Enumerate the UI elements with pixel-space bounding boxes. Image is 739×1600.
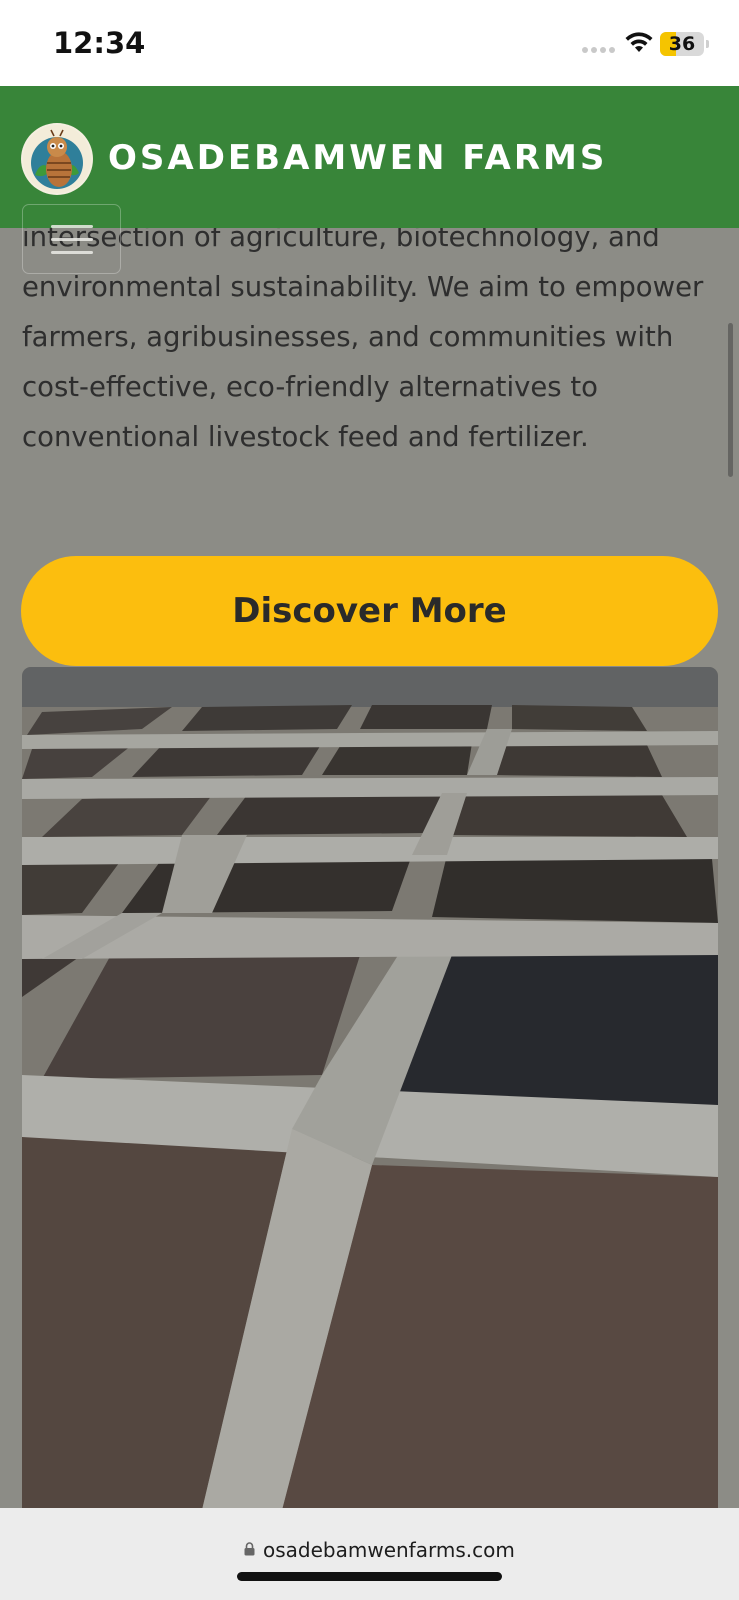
breeding-trays-illustration	[22, 667, 718, 1510]
status-time: 12:34	[53, 26, 146, 60]
battery-level: 36	[668, 33, 696, 55]
url-text[interactable]: osadebamwenfarms.com	[263, 1538, 515, 1562]
home-indicator[interactable]	[237, 1572, 502, 1581]
larva-logo-icon[interactable]	[21, 123, 93, 195]
about-paragraph: intersection of agriculture, biotechnolo…	[22, 221, 704, 453]
browser-address-bar[interactable]: osadebamwenfarms.com	[0, 1508, 739, 1600]
page-scrollbar[interactable]	[728, 323, 733, 477]
status-bar: 12:34 36	[0, 0, 739, 86]
lock-icon	[244, 1542, 255, 1556]
hamburger-menu-bar	[51, 251, 93, 254]
battery-icon: 36	[660, 32, 709, 56]
breeding-trays-photo	[22, 667, 718, 1510]
hamburger-menu-button[interactable]	[22, 204, 121, 274]
hamburger-menu-icon	[51, 225, 93, 228]
hamburger-menu-bar	[51, 238, 93, 241]
wifi-icon	[625, 32, 653, 52]
discover-more-button[interactable]: Discover More	[21, 556, 718, 666]
site-title[interactable]: OSADEBAMWEN FARMS	[108, 138, 607, 178]
cellular-signal-icon	[582, 47, 615, 53]
